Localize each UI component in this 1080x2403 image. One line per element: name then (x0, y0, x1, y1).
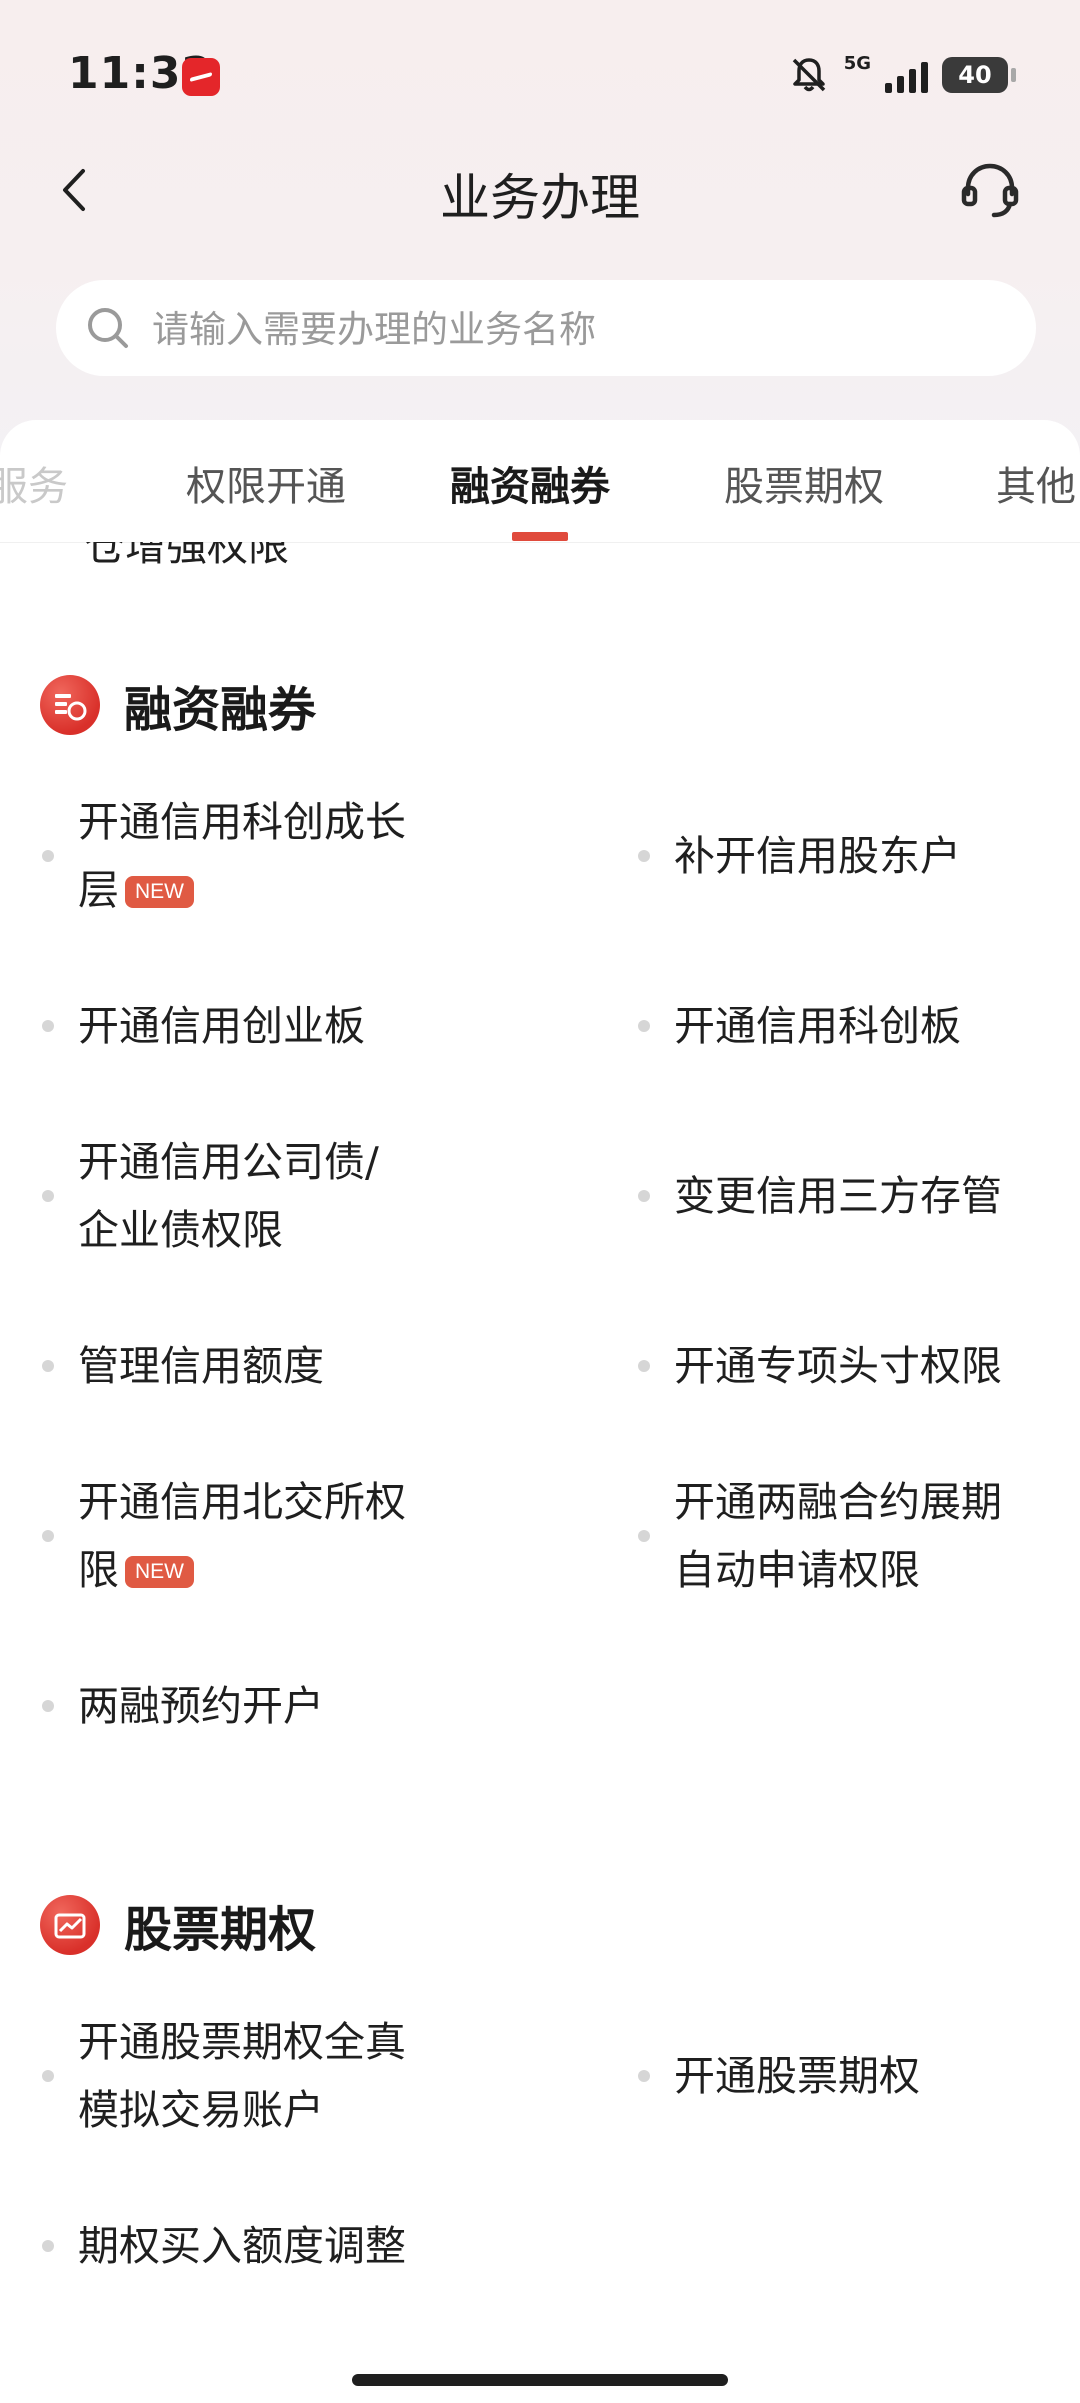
active-tab-indicator (512, 532, 568, 541)
section-title: 股票期权 (124, 1902, 317, 1958)
business-list: 仓增强权限 融资融券 开通信用科创成长层 NEW 补开信用股东户 开通信用创业板… (0, 542, 1080, 2372)
customer-service-button[interactable] (950, 150, 1030, 230)
item-label: 开通专项头寸权限 (674, 1342, 1002, 1390)
list-item[interactable]: 开通专项头寸权限 (638, 1298, 1014, 1434)
page-title: 业务办理 (440, 169, 640, 227)
new-badge: NEW (125, 876, 194, 908)
list-item[interactable]: 开通信用科创板 (638, 958, 1014, 1094)
item-label: 开通信用科创板 (674, 1002, 961, 1050)
stock-options-icon (40, 1895, 100, 1955)
business-panel: 服务 权限开通 融资融券 股票期权 其他 仓增强权限 融资融券 开通信用科创成长… (0, 420, 1080, 2403)
battery-icon: 40 (942, 57, 1016, 93)
list-item[interactable]: 两融预约开户 (42, 1638, 418, 1774)
network-type: 5G (843, 52, 871, 74)
item-label: 开通股票期权 (674, 2052, 920, 2100)
bullet (638, 1360, 650, 1372)
bullet (42, 2070, 54, 2082)
tab-service[interactable]: 服务 (0, 454, 68, 512)
list-item[interactable]: 补开信用股东户 (638, 788, 1014, 924)
search-input[interactable] (150, 280, 1004, 378)
list-item[interactable]: 开通信用科创成长层 NEW (42, 788, 418, 924)
item-label: 管理信用额度 (78, 1342, 324, 1390)
battery-level: 40 (958, 61, 992, 89)
category-tabs: 服务 权限开通 融资融券 股票期权 其他 (0, 420, 1080, 543)
status-bar: 11:32 5G 40 (0, 0, 1080, 150)
section-header-options: 股票期权 (40, 1890, 316, 1960)
section-title: 融资融券 (124, 682, 317, 738)
list-item[interactable]: 开通股票期权 (638, 2008, 1014, 2144)
nav-bar: 业务办理 (0, 140, 1080, 240)
bullet (42, 2240, 54, 2252)
item-label: 开通信用科创成长层 NEW (78, 788, 418, 924)
item-label: 变更信用三方存管 (674, 1172, 1002, 1220)
bullet (638, 1190, 650, 1202)
bullet (42, 1360, 54, 1372)
item-label: 两融预约开户 (78, 1682, 324, 1730)
tab-permission[interactable]: 权限开通 (186, 454, 346, 512)
bullet (42, 1020, 54, 1032)
mute-bell-icon (792, 58, 825, 92)
bullet (638, 850, 650, 862)
headset-icon (961, 163, 1019, 218)
list-item[interactable]: 开通信用公司债/企业债权限 (42, 1128, 418, 1264)
section-header-margin: 融资融券 (40, 670, 316, 740)
list-item[interactable]: 开通股票期权全真模拟交易账户 (42, 2008, 418, 2144)
signal-icon (885, 57, 928, 93)
tab-margin-trading[interactable]: 融资融券 (450, 454, 610, 512)
list-item[interactable]: 开通两融合约展期自动申请权限 (638, 1468, 1014, 1604)
bullet (638, 2070, 650, 2082)
item-label: 开通信用北交所权限 NEW (78, 1468, 418, 1604)
search-bar[interactable] (56, 280, 1036, 378)
list-item[interactable]: 开通信用北交所权限 NEW (42, 1468, 418, 1604)
list-item[interactable]: 仓增强权限 (84, 542, 289, 572)
bullet (638, 1020, 650, 1032)
list-item[interactable]: 管理信用额度 (42, 1298, 418, 1434)
item-label: 补开信用股东户 (674, 832, 961, 880)
home-indicator[interactable] (352, 2374, 728, 2386)
bullet (42, 1530, 54, 1542)
search-icon (88, 308, 128, 348)
bullet (42, 850, 54, 862)
item-label: 开通信用创业板 (78, 1002, 365, 1050)
list-item[interactable]: 变更信用三方存管 (638, 1128, 1014, 1264)
new-badge: NEW (125, 1556, 194, 1588)
list-item[interactable]: 期权买入额度调整 (42, 2178, 418, 2314)
margin-trading-icon (40, 675, 100, 735)
bullet (638, 1530, 650, 1542)
item-label: 开通信用公司债/企业债权限 (78, 1138, 379, 1254)
item-label: 期权买入额度调整 (78, 2222, 406, 2270)
app-notification-icon (182, 58, 220, 96)
bullet (42, 1700, 54, 1712)
bullet (42, 1190, 54, 1202)
list-item[interactable]: 开通信用创业板 (42, 958, 418, 1094)
item-label: 开通股票期权全真模拟交易账户 (78, 2018, 406, 2134)
tab-stock-options[interactable]: 股票期权 (724, 454, 884, 512)
status-icons: 5G 40 (788, 50, 1016, 100)
tab-other[interactable]: 其他 (996, 454, 1076, 512)
item-label: 开通两融合约展期自动申请权限 (674, 1478, 1002, 1594)
